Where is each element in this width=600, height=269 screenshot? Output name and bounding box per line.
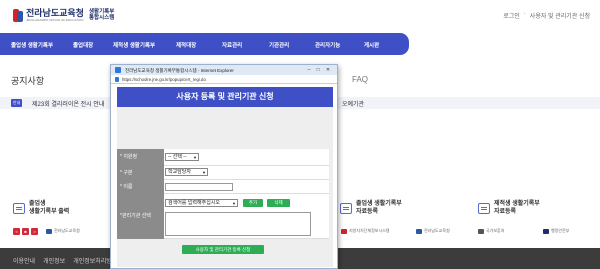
next-banner-button[interactable]: >: [31, 228, 38, 235]
chevron-down-icon: ▼: [202, 170, 206, 175]
notice-link[interactable]: 제23회 결리러이온 전시 안내: [32, 99, 104, 108]
quick-link-label: 졸업생 생활기록부: [356, 201, 402, 207]
main-nav: 졸업생 생활기록부 졸업대장 제적생 생활기록부 제적대장 자료관리 기관관리 …: [0, 33, 409, 55]
quick-link-graduate-print[interactable]: 졸업생 생활기록부 출력: [13, 200, 69, 216]
partner-banner[interactable]: 지방자치단체정보시스템: [341, 228, 389, 234]
quick-link-expelled-upload[interactable]: 제적생 생활기록부 자료등록: [478, 200, 540, 216]
footer-link[interactable]: 개인정보: [43, 256, 65, 265]
quick-link-label: 자료등록: [494, 209, 517, 215]
partner-logo-icon: [341, 228, 347, 234]
upload-icon: [340, 202, 352, 214]
stop-banner-button[interactable]: ■: [22, 228, 29, 235]
partner-logo-icon: [478, 228, 484, 234]
org-search-value: 검색어를 입력해주십시오: [168, 200, 220, 206]
delete-org-button[interactable]: 삭제: [267, 199, 290, 207]
login-link[interactable]: 로그인: [503, 11, 520, 20]
popup-heading: 사용자 등록 및 관리기관 신청: [117, 87, 333, 107]
document-icon: [13, 202, 25, 214]
nav-graduate-records[interactable]: 졸업생 생활기록부: [11, 41, 53, 49]
register-request-link[interactable]: 사용자 및 관리기관 신청: [530, 11, 590, 20]
partner-banner[interactable]: 전라남도교육청: [46, 228, 80, 234]
type-select-value: 학교담당자: [168, 169, 192, 175]
quick-link-label: 자료등록: [356, 209, 379, 215]
selected-orgs-list[interactable]: [165, 212, 311, 236]
partner-banner[interactable]: 행정안전부: [543, 228, 569, 234]
partner-name: 전라남도교육청: [424, 228, 450, 233]
region-label: * 지원청: [117, 149, 164, 166]
region-select[interactable]: -- 선택 -- ▼: [165, 153, 199, 161]
quick-link-label: 졸업생: [29, 201, 46, 207]
region-select-value: -- 선택 --: [168, 154, 187, 160]
partner-logo-icon: [543, 228, 549, 234]
name-label: * 이름: [117, 180, 164, 194]
notice-badge: 안내: [11, 99, 23, 107]
org-search-select[interactable]: 검색어를 입력해주십시오 ▼: [165, 199, 238, 207]
type-select[interactable]: 학교담당자 ▼: [165, 168, 208, 176]
type-label: * 구분: [117, 166, 164, 180]
add-org-button[interactable]: 추가: [243, 199, 263, 207]
nav-org-management[interactable]: 기관관리: [269, 41, 289, 49]
notice-link-right[interactable]: 오예기관: [342, 99, 364, 108]
banner-controls: < ■ >: [13, 228, 38, 235]
faq-tab[interactable]: FAQ: [352, 75, 368, 84]
quick-link-label: 생활기록부 출력: [29, 209, 70, 215]
submit-registration-button[interactable]: 사용자 및 관리기관 등록 신청: [182, 245, 264, 254]
logo-system-name-2: 통합시스템: [88, 15, 115, 21]
ie-icon: [115, 67, 121, 73]
maximize-icon[interactable]: □: [314, 67, 322, 73]
lock-icon: [115, 77, 119, 82]
prev-banner-button[interactable]: <: [13, 228, 20, 235]
popup-url: https://schoolre.jne.go.kr/popup/cert_re…: [122, 77, 206, 82]
nav-data-management[interactable]: 자료관리: [222, 41, 242, 49]
nav-board[interactable]: 게시판: [364, 41, 379, 49]
upload-icon: [478, 202, 490, 214]
minimize-icon[interactable]: –: [305, 67, 313, 73]
chevron-down-icon: ▼: [232, 201, 236, 206]
utility-links: 로그인 · 사용자 및 관리기관 신청: [503, 11, 590, 20]
partner-name: 전라남도교육청: [54, 228, 80, 233]
nav-admin-functions[interactable]: 관리자기능: [315, 41, 340, 49]
quick-link-graduate-upload[interactable]: 졸업생 생활기록부 자료등록: [340, 200, 402, 216]
org-label: *관리기관 선택: [117, 194, 164, 239]
partner-logo-icon: [46, 228, 52, 234]
footer-link[interactable]: 이용안내: [13, 256, 35, 265]
site-header: 전라남도교육청 JEOLLANAMDO OFFICE OF EDUCATION …: [0, 0, 600, 32]
nav-expelled-records[interactable]: 제적생 생활기록부: [113, 41, 155, 49]
popup-address-bar: https://schoolre.jne.go.kr/popup/cert_re…: [111, 75, 337, 84]
nav-expelled-ledger[interactable]: 제적대장: [176, 41, 196, 49]
partner-banner[interactable]: 전라남도교육청: [416, 228, 450, 234]
chevron-down-icon: ▼: [193, 155, 197, 160]
notice-section-title: 공지사항: [11, 76, 45, 86]
util-separator: ·: [523, 11, 526, 17]
education-office-logo-icon: [13, 8, 23, 22]
popup-titlebar[interactable]: 전라남도교육청 생활기록부통합시스템 - Internet Explorer: [111, 65, 337, 75]
partner-name: 국가보훈처: [486, 228, 505, 233]
quick-link-label: 제적생 생활기록부: [494, 201, 540, 207]
partner-name: 지방자치단체정보시스템: [349, 228, 390, 233]
logo-title: 전라남도교육청: [26, 8, 84, 18]
logo-subtitle: JEOLLANAMDO OFFICE OF EDUCATION: [26, 18, 84, 22]
site-logo[interactable]: 전라남도교육청 JEOLLANAMDO OFFICE OF EDUCATION …: [13, 8, 114, 22]
nav-graduate-ledger[interactable]: 졸업대장: [73, 41, 93, 49]
popup-window-title: 전라남도교육청 생활기록부통합시스템 - Internet Explorer: [125, 68, 234, 73]
partner-banner[interactable]: 국가보훈처: [478, 228, 504, 234]
partner-logo-icon: [416, 228, 422, 234]
partner-name: 행정안전부: [551, 228, 570, 233]
close-icon[interactable]: ✕: [324, 67, 332, 73]
name-input[interactable]: [165, 183, 233, 191]
footer-links: 이용안내 개인정보 개인정보처리방침: [13, 256, 117, 265]
